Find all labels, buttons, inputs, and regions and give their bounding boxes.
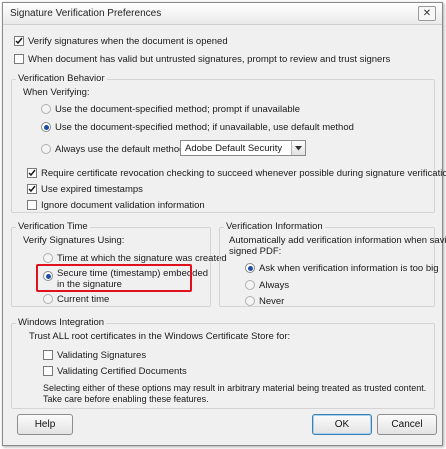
radio-current-time[interactable] xyxy=(43,294,53,304)
auto-add-info-label-line2: signed PDF: xyxy=(229,246,282,257)
warning-text-line1: Selecting either of these options may re… xyxy=(43,383,427,393)
radio-signature-creation-time-label: Time at which the signature was created xyxy=(57,253,227,264)
close-icon: ✕ xyxy=(422,7,432,19)
untrusted-prompt-checkbox[interactable] xyxy=(14,54,24,64)
validating-certified-docs-checkbox[interactable] xyxy=(43,366,53,376)
verify-on-open-checkbox[interactable] xyxy=(14,36,24,46)
radio-never-label: Never xyxy=(259,296,285,307)
verification-time-title: Verification Time xyxy=(16,221,90,232)
radio-use-default-if-unavailable[interactable] xyxy=(41,122,51,132)
help-button[interactable]: Help xyxy=(17,414,73,435)
dropdown-arrow xyxy=(291,141,305,155)
validating-certified-docs-label: Validating Certified Documents xyxy=(57,366,187,377)
checkmark-icon xyxy=(28,185,36,193)
dialog-window: Signature Verification Preferences ✕ Ver… xyxy=(2,2,446,446)
radio-current-time-label: Current time xyxy=(57,294,110,305)
radio-always-label: Always xyxy=(259,280,290,291)
trust-root-certs-label: Trust ALL root certificates in the Windo… xyxy=(29,331,291,342)
when-verifying-label: When Verifying: xyxy=(23,87,90,98)
radio-ask-when-too-big[interactable] xyxy=(245,263,255,273)
radio-prompt-if-unavailable-label: Use the document-specified method; promp… xyxy=(55,104,301,115)
cancel-button[interactable]: Cancel xyxy=(377,414,437,435)
radio-ask-when-too-big-label: Ask when verification information is too… xyxy=(259,263,439,274)
verify-on-open-label: Verify signatures when the document is o… xyxy=(28,36,228,47)
radio-never[interactable] xyxy=(245,296,255,306)
radio-prompt-if-unavailable[interactable] xyxy=(41,104,51,114)
ok-button[interactable]: OK xyxy=(312,414,372,435)
verification-information-title: Verification Information xyxy=(224,221,325,232)
verify-signatures-using-label: Verify Signatures Using: xyxy=(23,235,125,246)
chevron-down-icon xyxy=(295,145,302,150)
verification-behavior-title: Verification Behavior xyxy=(16,73,107,84)
checkmark-icon xyxy=(28,169,36,177)
validating-signatures-label: Validating Signatures xyxy=(57,350,147,361)
revocation-checking-label: Require certificate revocation checking … xyxy=(41,168,446,179)
radio-use-default-if-unavailable-label: Use the document-specified method; if un… xyxy=(55,122,354,133)
expired-timestamps-label: Use expired timestamps xyxy=(41,184,143,195)
default-method-select[interactable]: Adobe Default Security xyxy=(180,140,306,156)
title-bar: Signature Verification Preferences ✕ xyxy=(3,3,442,25)
ignore-validation-info-label: Ignore document validation information xyxy=(41,200,205,211)
windows-integration-title: Windows Integration xyxy=(16,317,107,328)
ignore-validation-info-checkbox[interactable] xyxy=(27,200,37,210)
validating-signatures-checkbox[interactable] xyxy=(43,350,53,360)
untrusted-prompt-label: When document has valid but untrusted si… xyxy=(28,54,391,65)
close-button[interactable]: ✕ xyxy=(418,6,436,21)
dialog-title: Signature Verification Preferences xyxy=(10,8,162,19)
radio-signature-creation-time[interactable] xyxy=(43,253,53,263)
expired-timestamps-checkbox[interactable] xyxy=(27,184,37,194)
radio-always[interactable] xyxy=(245,280,255,290)
warning-text-line2: Take care before enabling these features… xyxy=(43,394,209,404)
radio-always-default-label: Always use the default method: xyxy=(55,144,188,155)
revocation-checking-checkbox[interactable] xyxy=(27,168,37,178)
default-method-value: Adobe Default Security xyxy=(185,143,283,154)
auto-add-info-label-line1: Automatically add verification informati… xyxy=(229,235,446,246)
highlight-box xyxy=(36,264,192,292)
checkmark-icon xyxy=(15,37,23,45)
radio-always-default[interactable] xyxy=(41,144,51,154)
